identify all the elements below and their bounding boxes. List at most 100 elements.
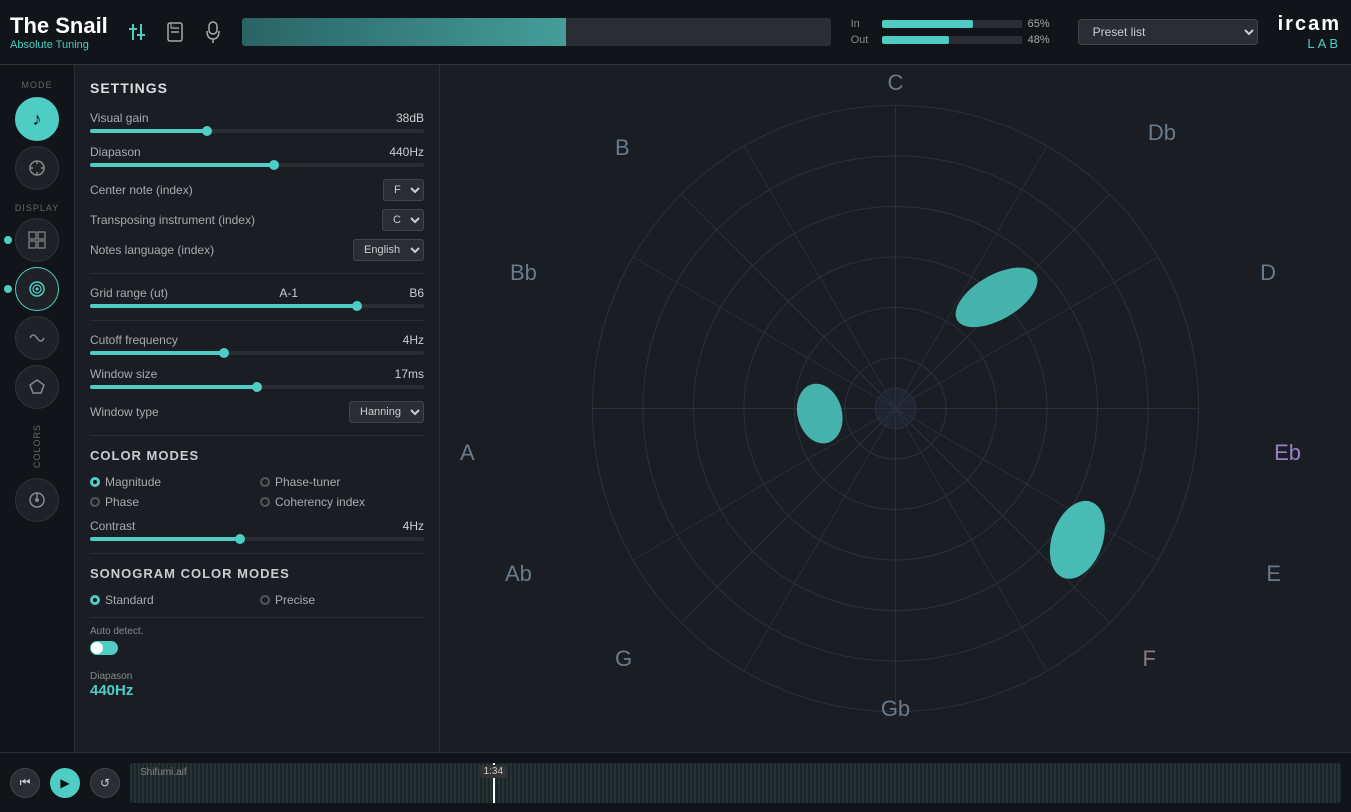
note-B: B (615, 135, 630, 161)
phase-label: Phase (105, 495, 139, 509)
display-grid-btn[interactable] (15, 218, 59, 262)
file-icon[interactable] (161, 18, 189, 46)
display-wave-btn[interactable] (15, 316, 59, 360)
tuning-icon[interactable] (123, 18, 151, 46)
note-Gb: Gb (881, 696, 910, 722)
grid-range-max: B6 (409, 286, 424, 300)
visual-gain-label: Visual gain (90, 111, 149, 125)
sonogram-color-modes-heading: SONOGRAM COLOR MODES (90, 566, 424, 581)
window-size-slider[interactable] (90, 385, 424, 389)
note-Eb: Eb (1274, 440, 1301, 466)
note-C: C (888, 70, 904, 96)
transposing-select[interactable]: C (382, 209, 424, 231)
level-in-fill (882, 20, 973, 28)
auto-detect-label: Auto detect. (90, 626, 424, 637)
magnitude-label: Magnitude (105, 475, 161, 489)
magnitude-radio[interactable]: Magnitude (90, 475, 254, 489)
loop-button[interactable]: ↺ (90, 768, 120, 798)
snail-visualization (440, 65, 1351, 752)
contrast-row: Contrast 4Hz (90, 519, 424, 541)
display-pentagon-btn[interactable] (15, 365, 59, 409)
diapason-slider[interactable] (90, 163, 424, 167)
notes-language-row: Notes language (index) English (90, 239, 424, 261)
diapason-row: Diapason 440Hz (90, 145, 424, 167)
phase-radio[interactable]: Phase (90, 495, 254, 509)
window-type-select[interactable]: Hanning (349, 401, 424, 423)
precise-radio[interactable]: Precise (260, 593, 424, 607)
standard-label: Standard (105, 593, 154, 607)
play-button[interactable]: ▶ (50, 768, 80, 798)
coherency-radio[interactable]: Coherency index (260, 495, 424, 509)
grid-range-fill (90, 304, 357, 308)
auto-detect-section: Auto detect. (90, 617, 424, 663)
window-type-row: Window type Hanning (90, 401, 424, 423)
standard-radio[interactable]: Standard (90, 593, 254, 607)
level-in-pct: 65% (1028, 18, 1058, 30)
ircam-logo: ircam LAB (1278, 13, 1341, 51)
colors-label: COLORS (32, 424, 42, 468)
mode-sidebar: MODE ♪ DISPLAY COLORS (0, 65, 75, 752)
note-G: G (615, 646, 632, 672)
rewind-button[interactable]: ⏮ (10, 768, 40, 798)
display-label: DISPLAY (15, 203, 59, 213)
precise-label: Precise (275, 593, 315, 607)
note-F: F (1143, 646, 1156, 672)
visual-gain-slider[interactable] (90, 129, 424, 133)
window-type-label: Window type (90, 405, 159, 419)
display-snail-btn[interactable] (15, 267, 59, 311)
center-note-select[interactable]: F (383, 179, 424, 201)
phase-tuner-label: Phase-tuner (275, 475, 340, 489)
grid-range-row: Grid range (ut) A-1 B6 (90, 286, 424, 308)
notes-language-select[interactable]: English (353, 239, 424, 261)
diapason-display-value: 440Hz (90, 682, 424, 699)
transport-bar: ⏮ ▶ ↺ Shifumi.aif 1:34 (0, 752, 1351, 812)
standard-radio-dot (90, 595, 100, 605)
mode-tuning-btn[interactable] (15, 146, 59, 190)
mode-music-btn[interactable]: ♪ (15, 97, 59, 141)
microphone-icon[interactable] (199, 18, 227, 46)
contrast-thumb[interactable] (235, 534, 245, 544)
grid-range-slider[interactable] (90, 304, 424, 308)
preset-select[interactable]: Preset list (1078, 19, 1258, 45)
grid-range-label: Grid range (ut) (90, 286, 168, 300)
contrast-slider[interactable] (90, 537, 424, 541)
phase-tuner-radio[interactable]: Phase-tuner (260, 475, 424, 489)
cutoff-freq-label: Cutoff frequency (90, 333, 178, 347)
lab-text: LAB (1307, 36, 1341, 51)
app-name: The Snail (10, 13, 108, 39)
diapason-label: Diapason (90, 145, 141, 159)
color-modes-heading: COLOR MODES (90, 448, 424, 463)
magnitude-radio-dot (90, 477, 100, 487)
notes-language-label: Notes language (index) (90, 243, 214, 257)
auto-detect-toggle[interactable] (90, 641, 118, 655)
preset-section: Preset list (1078, 19, 1258, 45)
note-Db: Db (1148, 120, 1176, 146)
transposing-label: Transposing instrument (index) (90, 213, 255, 227)
app-title: The Snail Absolute Tuning (10, 13, 108, 51)
diapason-display-label: Diapason (90, 671, 424, 682)
settings-panel: SETTINGS Visual gain 38dB Diapason 440Hz (75, 65, 440, 752)
visual-gain-value: 38dB (396, 111, 424, 125)
center-note-row: Center note (index) F (90, 179, 424, 201)
grid-range-thumb[interactable] (352, 301, 362, 311)
note-E: E (1266, 561, 1281, 587)
visual-gain-thumb[interactable] (202, 126, 212, 136)
waveform-timeline[interactable]: Shifumi.aif 1:34 (130, 763, 1341, 803)
level-in-label: In (851, 18, 876, 30)
cutoff-freq-slider[interactable] (90, 351, 424, 355)
level-out-fill (882, 36, 949, 44)
window-size-thumb[interactable] (252, 382, 262, 392)
visual-gain-row: Visual gain 38dB (90, 111, 424, 133)
level-in-row: In 65% (851, 18, 1058, 30)
window-size-fill (90, 385, 257, 389)
cutoff-freq-value: 4Hz (403, 333, 424, 347)
cutoff-freq-row: Cutoff frequency 4Hz (90, 333, 424, 355)
cutoff-freq-thumb[interactable] (219, 348, 229, 358)
diapason-display: Diapason 440Hz (90, 671, 424, 699)
timeline-time: 1:34 (481, 765, 506, 778)
phase-tuner-radio-dot (260, 477, 270, 487)
diapason-thumb[interactable] (269, 160, 279, 170)
waveform-bar (242, 18, 831, 46)
level-out-bar (882, 36, 1022, 44)
colors-btn[interactable] (15, 478, 59, 522)
